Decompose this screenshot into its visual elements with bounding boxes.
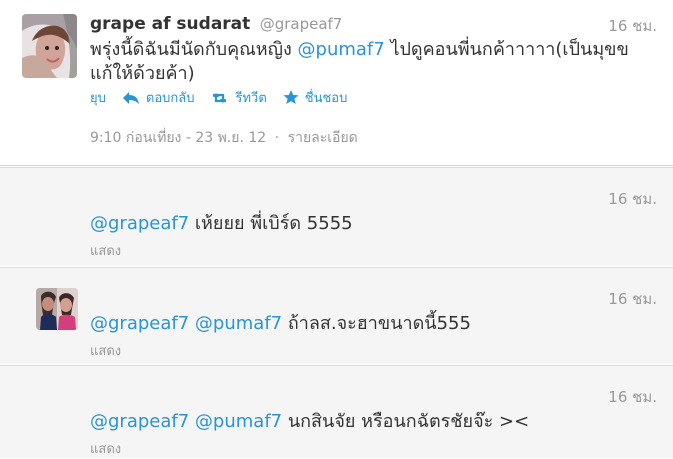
tweet-thread: grape af sudarat @grapeaf7 16 ชม. พรุ่งน…: [0, 0, 673, 458]
retweet-icon: [213, 92, 227, 103]
tweet-actions: ยุบ ตอบกลับ รีทวีต ชื่นชอบ: [90, 87, 363, 108]
reply-text: @grapeaf7 @pumaf7 ถ้าลส.จะฮาขนาดนี้555: [90, 308, 471, 337]
show-link[interactable]: แสดง: [90, 240, 121, 261]
screen-name[interactable]: @grapeaf7: [260, 15, 343, 33]
favorite-label: ชื่นชอบ: [304, 91, 348, 106]
metadata-separator: ·: [274, 130, 280, 146]
mention-link[interactable]: @pumaf7: [195, 411, 282, 432]
reply-action[interactable]: ตอบกลับ: [122, 87, 195, 108]
reply-icon: [122, 91, 139, 104]
reply-time[interactable]: 16 ชม.: [608, 385, 657, 409]
reply-text: @grapeaf7 @pumaf7 นกสินจัย หรือนกฉัตรชัย…: [90, 406, 529, 435]
tweet-metadata: 9:10 ก่อนเที่ยง - 23 พ.ย. 12 · รายละเอีย…: [90, 127, 358, 149]
tweet-text-part: พรุ่งนี้ดิฉันมีนัดกับคุณหญิง: [90, 39, 298, 60]
reply-label: ตอบกลับ: [145, 91, 195, 106]
mention-link[interactable]: @grapeaf7: [90, 213, 189, 234]
reply-tweet[interactable]: 16 ชม. @grapeaf7 @pumaf7 นกสินจัย หรือนก…: [0, 365, 673, 458]
collapse-link[interactable]: ยุบ: [90, 87, 106, 108]
profile-photo-icon: [22, 14, 77, 78]
author-row: grape af sudarat @grapeaf7: [90, 14, 342, 34]
avatar[interactable]: [22, 14, 77, 78]
reply-body: เห้ยยย พี่เบิร์ด 5555: [189, 213, 353, 234]
display-name[interactable]: grape af sudarat: [90, 14, 250, 34]
reply-tweet[interactable]: 16 ชม. @grapeaf7 เห้ยยย พี่เบิร์ด 5555 แ…: [0, 167, 673, 266]
favorite-action[interactable]: ชื่นชอบ: [283, 87, 348, 108]
main-tweet: grape af sudarat @grapeaf7 16 ชม. พรุ่งน…: [0, 0, 673, 166]
retweet-label: รีทวีต: [235, 91, 267, 106]
star-icon: [283, 90, 299, 104]
tweet-text: พรุ่งนี้ดิฉันมีนัดกับคุณหญิง @pumaf7 ไปด…: [90, 38, 650, 86]
reply-time[interactable]: 16 ชม.: [608, 287, 657, 311]
reply-body: นกสินจัย หรือนกฉัตรชัยจ๊ะ ><: [282, 411, 530, 432]
mention-link[interactable]: @pumaf7: [298, 39, 385, 60]
show-link[interactable]: แสดง: [90, 438, 121, 459]
show-link[interactable]: แสดง: [90, 340, 121, 361]
retweet-action[interactable]: รีทวีต: [210, 87, 267, 108]
mention-link[interactable]: @pumaf7: [195, 313, 282, 334]
tweet-time[interactable]: 16 ชม.: [608, 14, 657, 38]
reply-body: ถ้าลส.จะฮาขนาดนี้555: [282, 313, 471, 334]
reply-text: @grapeaf7 เห้ยยย พี่เบิร์ด 5555: [90, 208, 353, 237]
mention-link[interactable]: @grapeaf7: [90, 411, 189, 432]
timestamp-link[interactable]: 9:10 ก่อนเที่ยง - 23 พ.ย. 12: [90, 130, 266, 146]
profile-photo-icon: [36, 288, 78, 330]
details-link[interactable]: รายละเอียด: [288, 130, 358, 146]
reply-tweet[interactable]: 16 ชม. @grapeaf7 @pumaf7 ถ้าลส.จะฮาขนาดน…: [0, 267, 673, 364]
avatar[interactable]: [36, 288, 78, 330]
reply-time[interactable]: 16 ชม.: [608, 187, 657, 211]
mention-link[interactable]: @grapeaf7: [90, 313, 189, 334]
